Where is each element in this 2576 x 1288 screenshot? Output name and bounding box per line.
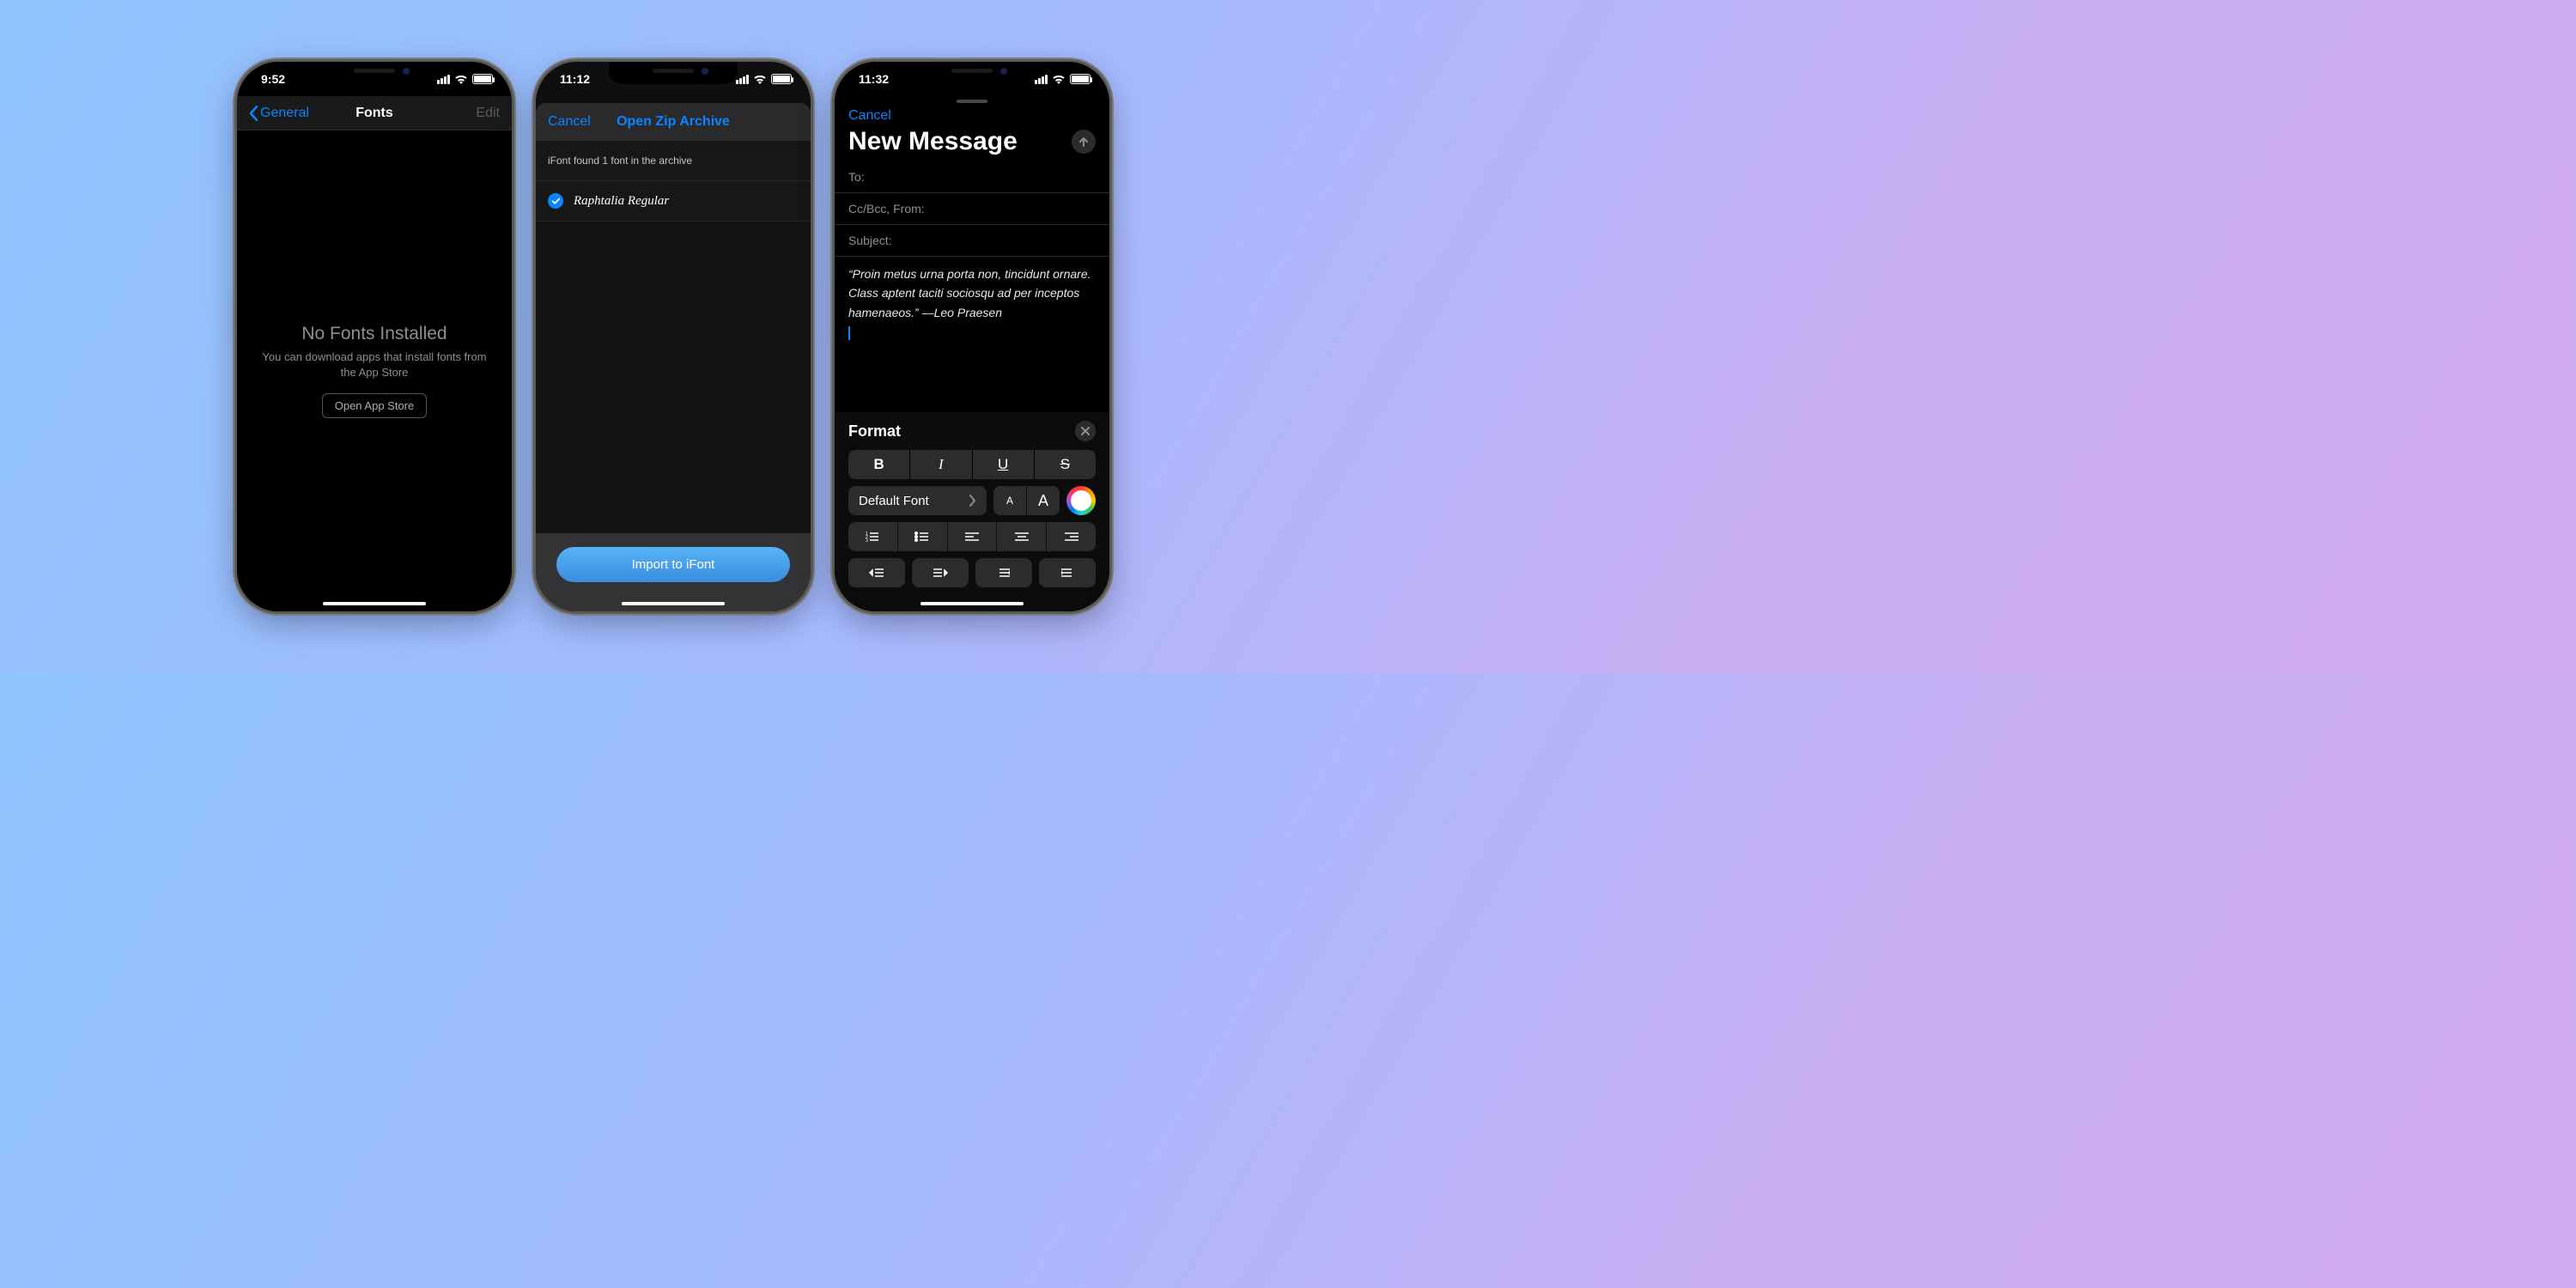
strikethrough-button[interactable]: S <box>1035 450 1096 479</box>
bulleted-list-button[interactable] <box>898 522 947 551</box>
sheet: Cancel Open Zip Archive iFont found 1 fo… <box>536 103 811 611</box>
wifi-icon <box>753 74 767 84</box>
checkmark-icon[interactable] <box>548 193 563 209</box>
nav-bar: General Fonts Edit <box>237 96 512 131</box>
sheet-title: Open Zip Archive <box>617 114 730 130</box>
svg-text:3: 3 <box>866 538 868 543</box>
body-content: “Proin metus urna porta non, tincidunt o… <box>848 267 1091 319</box>
notch <box>310 62 439 84</box>
size-smaller-button[interactable]: A <box>993 486 1026 515</box>
quote-decrease-button[interactable] <box>975 558 1032 587</box>
import-button[interactable]: Import to iFont <box>556 547 790 582</box>
edit-button[interactable]: Edit <box>476 106 500 121</box>
italic-button[interactable]: I <box>910 450 971 479</box>
back-button[interactable]: General <box>249 106 309 121</box>
text-color-button[interactable] <box>1066 486 1096 515</box>
outdent-button[interactable] <box>848 558 905 587</box>
empty-state: No Fonts Installed You can download apps… <box>237 131 512 611</box>
indent-button[interactable] <box>912 558 969 587</box>
status-time: 11:12 <box>560 72 590 86</box>
phone-fonts-settings: 9:52 General Fonts Edit No Fonts Install… <box>237 62 512 611</box>
subject-field[interactable]: Subject: <box>835 225 1109 257</box>
nav-title: Fonts <box>355 106 393 121</box>
chevron-left-icon <box>249 106 258 121</box>
numbered-list-button[interactable]: 123 <box>848 522 897 551</box>
sheet-nav: Cancel Open Zip Archive <box>536 103 811 141</box>
bold-button[interactable]: B <box>848 450 909 479</box>
size-segment: A A <box>993 486 1060 515</box>
indent-quote-row <box>848 558 1096 587</box>
home-indicator[interactable] <box>323 602 426 605</box>
status-time: 11:32 <box>859 72 889 86</box>
cancel-button[interactable]: Cancel <box>548 114 591 130</box>
format-title: Format <box>848 422 901 440</box>
font-name: Raphtalia Regular <box>574 194 669 209</box>
quote-increase-button[interactable] <box>1039 558 1096 587</box>
cellular-icon <box>736 75 749 84</box>
back-label: General <box>260 106 309 121</box>
list-align-row: 123 <box>848 522 1096 551</box>
text-cursor <box>848 326 850 340</box>
notch <box>609 62 738 84</box>
sheet-footer: Import to iFont <box>536 533 811 611</box>
send-button[interactable] <box>1072 130 1096 154</box>
cancel-button[interactable]: Cancel <box>848 108 891 124</box>
open-app-store-button[interactable]: Open App Store <box>322 393 428 418</box>
close-format-button[interactable] <box>1075 421 1096 441</box>
archive-info: iFont found 1 font in the archive <box>536 141 811 181</box>
phone-ifont-import: 11:12 Cancel Open Zip Archive iFont foun… <box>536 62 811 611</box>
to-field[interactable]: To: <box>835 161 1109 193</box>
font-picker-button[interactable]: Default Font <box>848 486 987 515</box>
align-right-button[interactable] <box>1047 522 1096 551</box>
arrow-up-icon <box>1078 136 1090 148</box>
notch <box>908 62 1036 84</box>
battery-icon <box>1070 74 1091 84</box>
empty-subtitle: You can download apps that install fonts… <box>258 349 491 380</box>
wifi-icon <box>1052 74 1066 84</box>
align-left-button[interactable] <box>948 522 997 551</box>
status-time: 9:52 <box>261 72 285 86</box>
cc-bcc-field[interactable]: Cc/Bcc, From: <box>835 193 1109 225</box>
phone-mail-compose: 11:32 Cancel New Message To: Cc/Bcc, Fro… <box>835 62 1109 611</box>
close-icon <box>1081 427 1090 435</box>
underline-button[interactable]: U <box>973 450 1034 479</box>
empty-title: No Fonts Installed <box>301 324 447 344</box>
wifi-icon <box>454 74 468 84</box>
compose-title: New Message <box>848 127 1018 156</box>
home-indicator[interactable] <box>920 602 1024 605</box>
compose-header: Cancel <box>835 103 1109 127</box>
format-panel: Format B I U S Default Font A A <box>835 412 1109 611</box>
cellular-icon <box>1035 75 1048 84</box>
font-picker-label: Default Font <box>859 494 929 508</box>
cellular-icon <box>437 75 450 84</box>
font-row[interactable]: Raphtalia Regular <box>536 181 811 222</box>
size-larger-button[interactable]: A <box>1027 486 1060 515</box>
chevron-right-icon <box>969 495 976 507</box>
align-center-button[interactable] <box>997 522 1046 551</box>
battery-icon <box>472 74 493 84</box>
style-segment: B I U S <box>848 450 1096 479</box>
battery-icon <box>771 74 792 84</box>
home-indicator[interactable] <box>622 602 725 605</box>
body-text[interactable]: “Proin metus urna porta non, tincidunt o… <box>835 257 1109 349</box>
